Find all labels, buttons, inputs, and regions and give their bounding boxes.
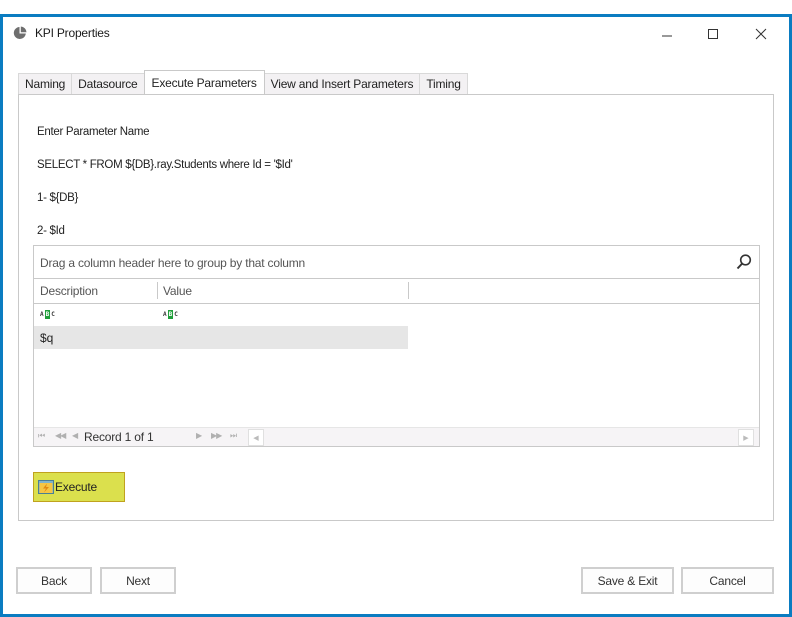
column-separator[interactable] (157, 282, 158, 299)
text-filter-icon: ABC (163, 310, 178, 319)
window-title: KPI Properties (35, 26, 110, 40)
cell-description[interactable]: $q (40, 331, 53, 345)
tab-execute-parameters[interactable]: Execute Parameters (143, 70, 265, 94)
last-record-button[interactable]: ⏭ (230, 431, 237, 441)
tab-strip: Naming Datasource Execute Parameters Vie… (18, 70, 468, 94)
parameter-info: Enter Parameter Name SELECT * FROM ${DB}… (37, 105, 293, 259)
close-icon (755, 28, 767, 40)
execute-label: Execute (55, 480, 97, 494)
text-filter-icon: ABC (40, 310, 55, 319)
close-button[interactable] (738, 21, 784, 47)
maximize-icon (708, 29, 718, 39)
next-page-button[interactable]: ▶▶ (211, 431, 222, 440)
info-line: 1- ${DB} (37, 192, 79, 204)
column-header-value[interactable]: Value (163, 284, 192, 298)
next-record-button[interactable]: ▶ (196, 431, 202, 440)
tab-naming[interactable]: Naming (18, 73, 73, 94)
column-separator[interactable] (408, 282, 409, 299)
group-by-panel[interactable]: Drag a column header here to group by th… (34, 246, 759, 279)
tab-timing[interactable]: Timing (419, 73, 468, 94)
pie-chart-icon (13, 26, 27, 39)
search-icon[interactable] (735, 253, 753, 271)
record-position-text: Record 1 of 1 (84, 430, 154, 444)
scroll-left-button[interactable]: ◀ (248, 429, 264, 446)
parameters-grid: Drag a column header here to group by th… (33, 245, 760, 447)
maximize-button[interactable] (690, 21, 736, 47)
next-button[interactable]: Next (100, 567, 176, 594)
previous-page-button[interactable]: ◀◀ (55, 431, 66, 440)
cancel-button[interactable]: Cancel (681, 567, 774, 594)
column-header-description[interactable]: Description (40, 284, 98, 298)
execute-button[interactable]: Execute (33, 472, 125, 502)
info-line: 2- $Id (37, 225, 65, 237)
info-line: SELECT * FROM ${DB}.ray.Students where I… (37, 159, 293, 171)
scroll-right-button[interactable]: ▶ (738, 429, 754, 446)
save-and-exit-button[interactable]: Save & Exit (581, 567, 674, 594)
info-line: Enter Parameter Name (37, 126, 150, 138)
auto-filter-row[interactable]: ABC ABC (34, 304, 759, 325)
minimize-icon (662, 35, 672, 37)
group-panel-text: Drag a column header here to group by th… (40, 256, 306, 270)
record-navigator: ⏮ ◀◀ ◀ Record 1 of 1 ▶ ▶▶ ⏭ ◀ ▶ (34, 427, 759, 446)
first-record-button[interactable]: ⏮ (38, 431, 45, 441)
previous-record-button[interactable]: ◀ (72, 431, 78, 440)
execute-icon (38, 480, 54, 494)
tab-datasource[interactable]: Datasource (71, 73, 145, 94)
execute-parameters-panel: Enter Parameter Name SELECT * FROM ${DB}… (18, 94, 774, 521)
table-row[interactable]: $q (34, 326, 408, 349)
minimize-button[interactable] (644, 21, 690, 47)
tab-view-and-insert-parameters[interactable]: View and Insert Parameters (263, 73, 421, 94)
back-button[interactable]: Back (16, 567, 92, 594)
kpi-properties-window: KPI Properties Naming Datasource Execute… (0, 14, 792, 617)
column-headers: Description Value (34, 279, 759, 304)
title-bar: KPI Properties (3, 17, 789, 49)
